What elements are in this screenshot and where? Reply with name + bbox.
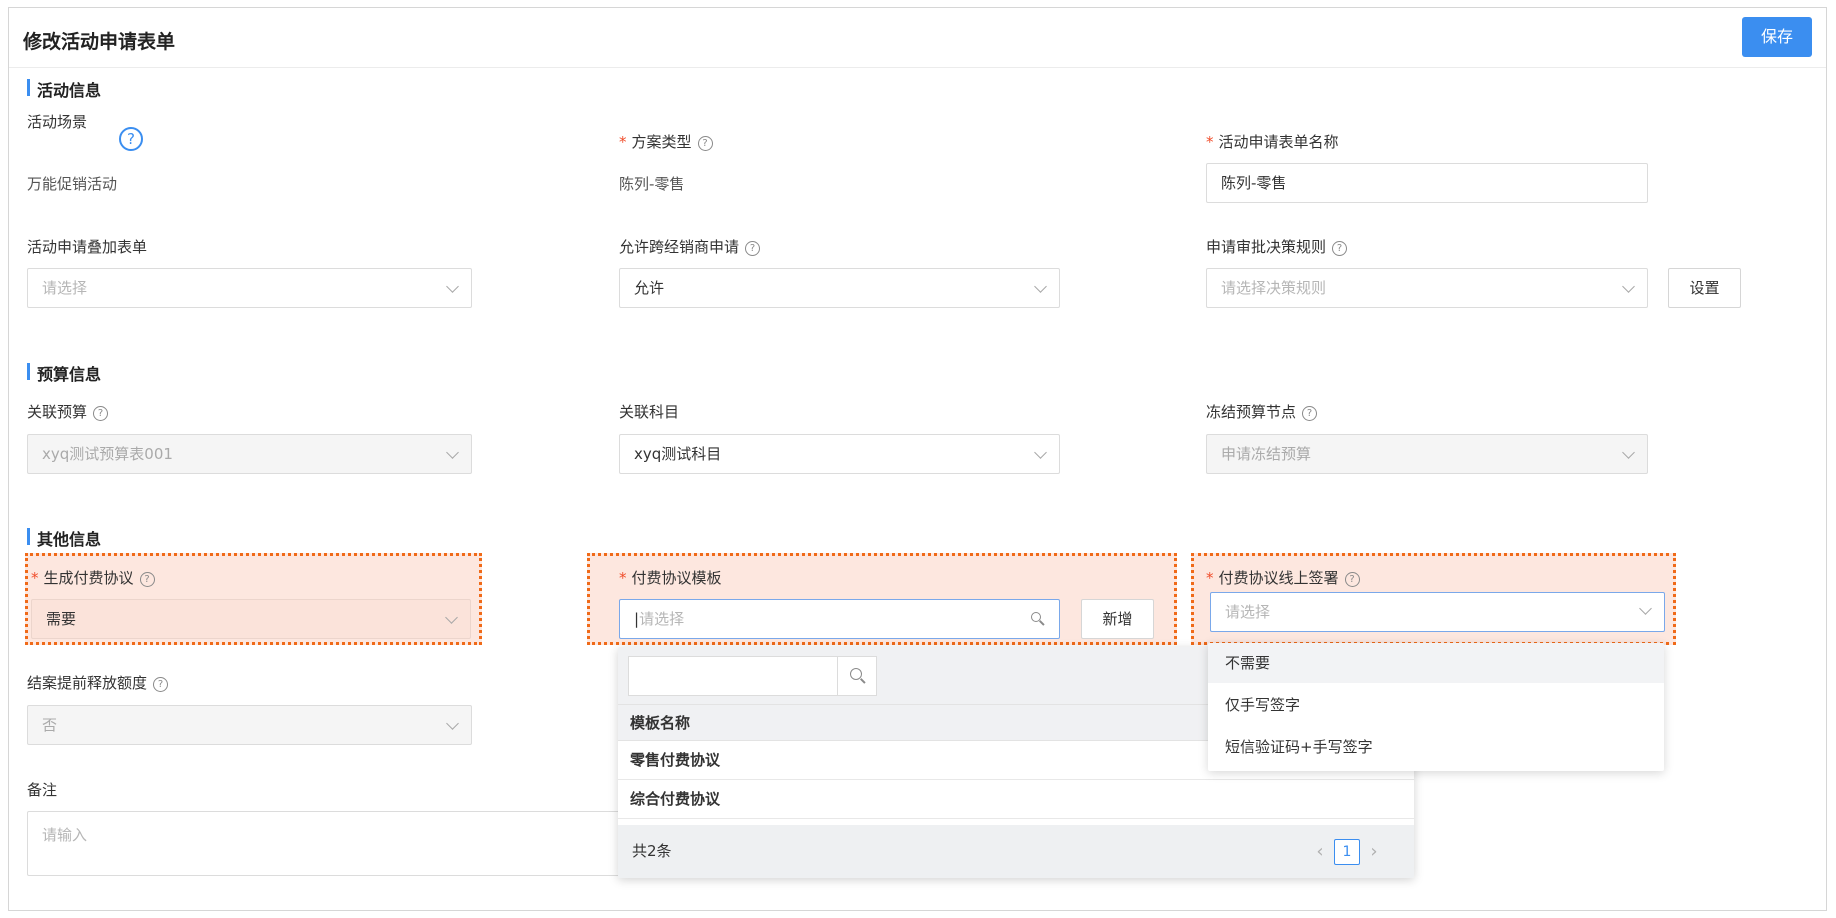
page-number[interactable]: 1 (1334, 839, 1360, 865)
template-select[interactable]: |请选择 (619, 599, 1060, 639)
help-icon[interactable]: ? (745, 241, 761, 256)
approval-rule-label: 申请审批决策规则? (1206, 236, 1348, 257)
pagination: ‹ 1 › (1310, 839, 1384, 865)
chevron-down-icon (446, 717, 459, 730)
search-icon (850, 668, 862, 680)
total-count: 共2条 (632, 842, 672, 860)
section-title-budget: 预算信息 (27, 361, 101, 385)
help-icon[interactable]: ? (93, 406, 109, 421)
help-icon[interactable]: ? (119, 127, 143, 151)
linked-budget-select: xyq测试预算表001 (27, 434, 472, 474)
chevron-down-icon (1622, 446, 1635, 459)
remark-textarea[interactable]: 请输入 (27, 811, 647, 876)
linked-budget-label: 关联预算? (27, 401, 109, 422)
gen-agreement-label: * 生成付费协议? (31, 567, 155, 588)
required-mark: * (31, 569, 39, 587)
chevron-right-icon[interactable]: › (1364, 839, 1384, 865)
help-icon[interactable]: ? (139, 572, 155, 587)
chevron-left-icon[interactable]: ‹ (1310, 839, 1330, 865)
approval-rule-select[interactable]: 请选择决策规则 (1206, 268, 1648, 308)
help-icon[interactable]: ? (1332, 241, 1348, 256)
section-title-other: 其他信息 (27, 526, 101, 550)
help-icon[interactable]: ? (153, 677, 169, 692)
cross-dealer-label: 允许跨经销商申请? (619, 236, 761, 257)
chevron-down-icon (1034, 280, 1047, 293)
form-name-label: * 活动申请表单名称 (1206, 133, 1339, 151)
chevron-down-icon (446, 446, 459, 459)
plan-type-value: 陈列-零售 (619, 175, 685, 193)
page-header: 修改活动申请表单 保存 (9, 8, 1826, 68)
popup-footer: 共2条 ‹ 1 › (618, 825, 1414, 878)
gen-agreement-select[interactable]: 需要 (31, 599, 471, 639)
form-name-input[interactable]: 陈列-零售 (1206, 163, 1648, 203)
section-title-activity: 活动信息 (27, 77, 101, 101)
chevron-down-icon (1622, 280, 1635, 293)
release-select: 否 (27, 705, 472, 745)
scene-label: 活动场景 (27, 113, 88, 131)
search-icon (1031, 612, 1041, 622)
overlay-form-select[interactable]: 请选择 (27, 268, 472, 308)
add-template-button[interactable]: 新增 (1081, 599, 1154, 639)
dropdown-option[interactable]: 仅手写签字 (1208, 685, 1664, 725)
help-icon[interactable]: ? (697, 136, 713, 151)
table-row[interactable]: 综合付费协议 (618, 780, 1414, 819)
template-label: * 付费协议模板 (619, 569, 722, 587)
online-sign-label: * 付费协议线上签署? (1206, 567, 1360, 588)
required-mark: * (1206, 133, 1214, 151)
freeze-node-select: 申请冻结预算 (1206, 434, 1648, 474)
chevron-down-icon (445, 611, 458, 624)
scene-value: 万能促销活动 (27, 175, 118, 193)
remark-label: 备注 (27, 781, 58, 799)
required-mark: * (619, 569, 627, 587)
linked-account-label: 关联科目 (619, 403, 680, 421)
chevron-down-icon (1034, 446, 1047, 459)
chevron-down-icon (446, 280, 459, 293)
plan-type-label: * 方案类型? (619, 131, 713, 152)
online-sign-dropdown: 不需要 仅手写签字 短信验证码+手写签字 (1208, 643, 1664, 771)
dropdown-option[interactable]: 不需要 (1208, 643, 1664, 683)
required-mark: * (619, 133, 627, 151)
release-label: 结案提前释放额度? (27, 672, 169, 693)
dropdown-option[interactable]: 短信验证码+手写签字 (1208, 727, 1664, 767)
save-button[interactable]: 保存 (1742, 17, 1812, 57)
settings-button[interactable]: 设置 (1668, 268, 1741, 308)
page-title: 修改活动申请表单 (23, 31, 176, 53)
popup-search-input[interactable] (628, 656, 838, 696)
popup-search-button[interactable] (837, 656, 877, 696)
linked-account-select[interactable]: xyq测试科目 (619, 434, 1060, 474)
help-icon[interactable]: ? (1302, 406, 1318, 421)
help-icon[interactable]: ? (1344, 572, 1360, 587)
freeze-node-label: 冻结预算节点? (1206, 401, 1318, 422)
cross-dealer-select[interactable]: 允许 (619, 268, 1060, 308)
overlay-form-label: 活动申请叠加表单 (27, 238, 148, 256)
chevron-down-icon (1639, 602, 1652, 615)
online-sign-select[interactable]: 请选择 (1210, 592, 1665, 632)
required-mark: * (1206, 569, 1214, 587)
